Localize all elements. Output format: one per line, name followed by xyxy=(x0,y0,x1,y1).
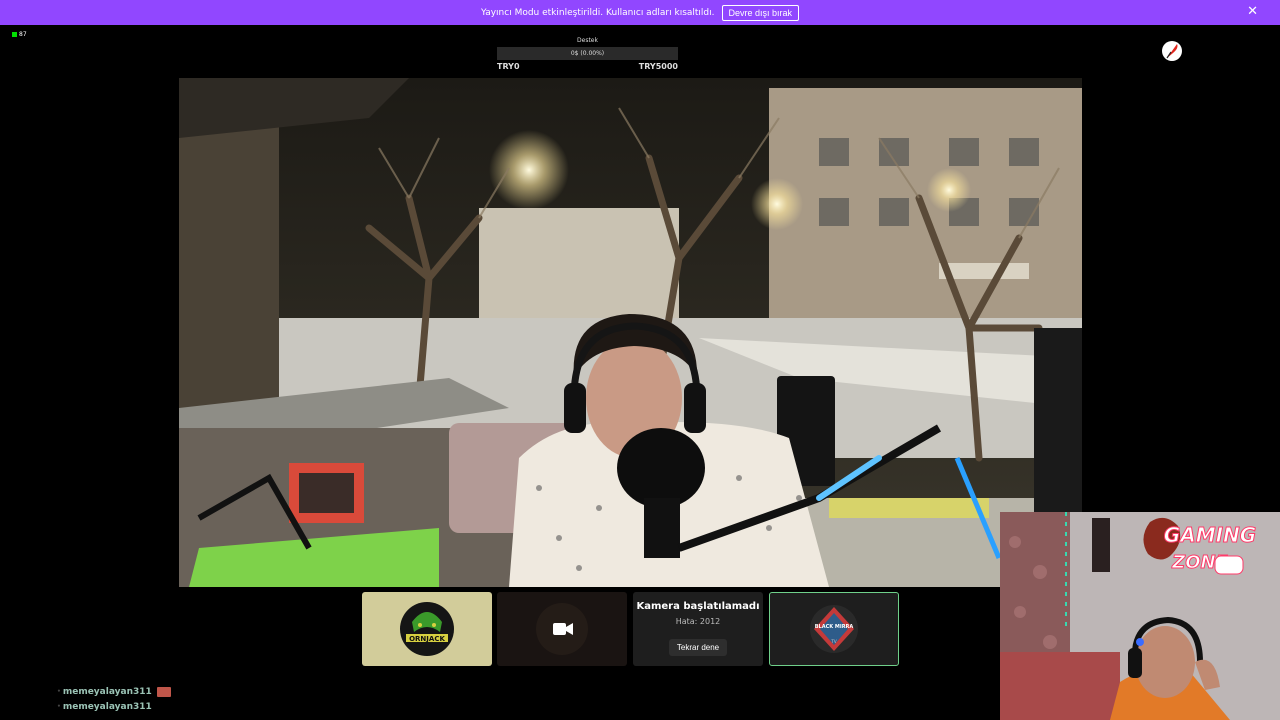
chat-message: • memeyalayan311 xyxy=(57,699,171,714)
participant-tile-ornjack[interactable]: ORNJACK xyxy=(362,592,492,666)
main-camera-feed xyxy=(179,78,1082,587)
close-icon[interactable]: ✕ xyxy=(1247,5,1258,19)
viewer-count-badge: 87 xyxy=(12,31,27,38)
goal-min-label: TRY0 xyxy=(497,62,520,71)
goal-max-label: TRY5000 xyxy=(638,62,678,71)
chat-username: memeyalayan311 xyxy=(62,701,152,712)
camera-error-code: Hata: 2012 xyxy=(675,617,721,626)
chat-message: • memeyalayan311 xyxy=(57,684,171,699)
chat-bullet: • xyxy=(57,688,61,695)
streamer-mode-message: Yayıncı Modu etkinleştirildi. Kullanıcı … xyxy=(480,7,715,18)
retry-button[interactable]: Tekrar dene xyxy=(669,639,727,656)
participant-tile-camera-error: Kamera başlatılamadı Hata: 2012 Tekrar d… xyxy=(633,592,763,666)
ornjack-logo-text: ORNJACK xyxy=(409,635,445,643)
participant-tile-blackmirra[interactable]: BLACK MIRRA TV xyxy=(769,592,899,666)
video-camera-icon xyxy=(553,623,573,635)
ornjack-avatar: ORNJACK xyxy=(400,602,454,656)
goal-title: Destek xyxy=(577,37,598,44)
emote-icon xyxy=(156,686,171,697)
participant-tile-camera-off[interactable] xyxy=(497,592,627,666)
goal-progress-bar: 0$ (0.00%) xyxy=(497,47,678,60)
feather-logo-icon xyxy=(1162,41,1182,61)
blackmirra-avatar: BLACK MIRRA TV xyxy=(810,605,858,653)
chat-username: memeyalayan311 xyxy=(62,686,152,697)
goal-progress-text: 0$ (0.00%) xyxy=(570,50,605,57)
camera-error-title: Kamera başlatılamadı xyxy=(636,601,760,612)
chat-bullet: • xyxy=(57,703,61,710)
blackmirra-logo-text: BLACK MIRRA xyxy=(815,624,854,630)
viewer-count: 87 xyxy=(19,31,27,38)
blackmirra-logo-sub: TV xyxy=(830,639,836,644)
streamer-mode-banner: Yayıncı Modu etkinleştirildi. Kullanıcı … xyxy=(0,0,1280,25)
live-dot-icon xyxy=(12,32,17,37)
disable-streamer-mode-button[interactable]: Devre dışı bırak xyxy=(721,4,800,21)
gaming-zone-sign-line1: GAMING xyxy=(1164,523,1256,547)
donation-goal-widget: Destek 0$ (0.00%) TRY0 TRY5000 xyxy=(497,37,678,71)
chat-overlay: • memeyalayan311 • memeyalayan311 xyxy=(57,684,171,714)
facecam-feed: GAMING ZONE xyxy=(1000,512,1280,720)
